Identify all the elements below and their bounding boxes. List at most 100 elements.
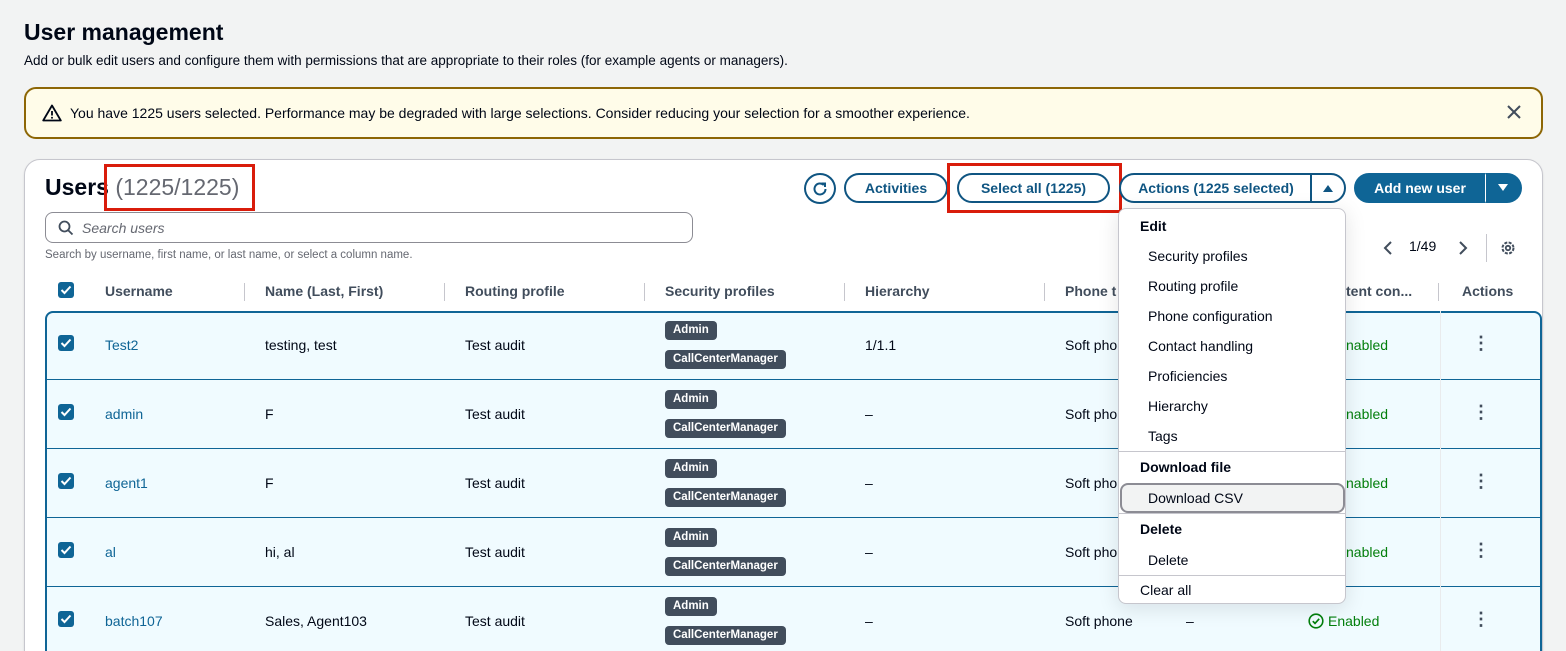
phone-type-cell: Soft pho (1065, 544, 1118, 560)
add-user-menu-button[interactable] (1485, 173, 1522, 203)
close-icon[interactable] (1505, 103, 1523, 121)
highlight-box-count (104, 164, 255, 211)
column-header-security-profiles[interactable]: Security profiles (665, 283, 775, 299)
page-title: User management (24, 19, 224, 45)
check-icon (60, 285, 72, 295)
dropdown-item-routing-profile[interactable]: Routing profile (1148, 278, 1238, 294)
row-actions-menu-icon[interactable]: ⋮ (1472, 609, 1490, 630)
column-separator (644, 283, 645, 301)
select-all-checkbox[interactable] (58, 282, 74, 298)
warning-icon (42, 104, 62, 122)
security-profile-badge: Admin (665, 390, 717, 409)
username-link[interactable]: Test2 (105, 337, 138, 353)
check-icon (60, 545, 72, 555)
row-actions-menu-icon[interactable]: ⋮ (1472, 402, 1490, 423)
dropdown-item-security-profiles[interactable]: Security profiles (1148, 248, 1248, 264)
caret-down-icon (1498, 184, 1508, 191)
security-profile-badge: Admin (665, 528, 717, 547)
dropdown-item-clear-all[interactable]: Clear all (1140, 582, 1191, 598)
dropdown-item-contact-handling[interactable]: Contact handling (1148, 338, 1253, 354)
highlight-box-select-all (947, 163, 1122, 213)
column-separator (444, 283, 445, 301)
column-header-content[interactable]: tent con... (1346, 283, 1412, 299)
username-link[interactable]: batch107 (105, 613, 163, 629)
actions-column-divider (1440, 311, 1441, 651)
routing-profile-cell: Test audit (465, 406, 525, 422)
dropdown-item-download-csv[interactable]: Download CSV (1148, 490, 1243, 506)
name-cell: F (265, 406, 274, 422)
search-hint: Search by username, first name, or last … (45, 249, 413, 261)
actions-toggle-button[interactable] (1310, 173, 1346, 203)
caret-up-icon (1323, 185, 1333, 192)
security-profile-badge: Admin (665, 321, 717, 340)
security-profile-badge: Admin (665, 597, 717, 616)
status-cell: Enabled (1328, 613, 1380, 629)
refresh-button[interactable] (804, 173, 836, 204)
row-actions-menu-icon[interactable]: ⋮ (1472, 333, 1490, 354)
users-title-label: Users (45, 174, 109, 200)
actions-button[interactable]: Actions (1225 selected) (1119, 173, 1312, 203)
search-icon (58, 220, 74, 235)
dropdown-item-delete[interactable]: Delete (1148, 552, 1188, 568)
username-link[interactable]: admin (105, 406, 143, 422)
row-checkbox[interactable] (58, 611, 74, 627)
column-header-phone[interactable]: Phone t (1065, 283, 1116, 299)
next-page-icon[interactable] (1456, 240, 1470, 256)
dropdown-item-proficiencies[interactable]: Proficiencies (1148, 368, 1227, 384)
row-actions-menu-icon[interactable]: ⋮ (1472, 471, 1490, 492)
extra-cell: – (1186, 613, 1194, 629)
dropdown-group-download: Download file (1140, 459, 1231, 475)
routing-profile-cell: Test audit (465, 337, 525, 353)
dropdown-divider (1119, 451, 1345, 452)
page-description: Add or bulk edit users and configure the… (24, 53, 788, 68)
security-profile-badge: CallCenterManager (665, 419, 786, 438)
routing-profile-cell: Test audit (465, 613, 525, 629)
routing-profile-cell: Test audit (465, 544, 525, 560)
row-actions-menu-icon[interactable]: ⋮ (1472, 540, 1490, 561)
row-checkbox[interactable] (58, 473, 74, 489)
name-cell: Sales, Agent103 (265, 613, 367, 629)
column-header-username[interactable]: Username (105, 283, 173, 299)
column-header-routing-profile[interactable]: Routing profile (465, 283, 565, 299)
name-cell: hi, al (265, 544, 295, 560)
hierarchy-cell: – (865, 613, 873, 629)
prev-page-icon[interactable] (1381, 240, 1395, 256)
phone-type-cell: Soft phon (1065, 406, 1125, 422)
column-separator (1044, 283, 1045, 301)
dropdown-item-phone-configuration[interactable]: Phone configuration (1148, 308, 1273, 324)
username-link[interactable]: al (105, 544, 116, 560)
dropdown-item-tags[interactable]: Tags (1148, 428, 1178, 444)
check-icon (60, 338, 72, 348)
warning-alert: You have 1225 users selected. Performanc… (24, 87, 1543, 139)
column-separator (244, 283, 245, 301)
alert-message: You have 1225 users selected. Performanc… (70, 105, 970, 121)
dropdown-divider (1119, 575, 1345, 576)
status-cell: nabled (1346, 337, 1389, 353)
name-cell: testing, test (265, 337, 337, 353)
dropdown-divider (1119, 513, 1345, 514)
add-new-user-button[interactable]: Add new user (1354, 173, 1486, 203)
phone-type-cell: Soft phone (1065, 613, 1133, 629)
row-checkbox[interactable] (58, 542, 74, 558)
search-input[interactable]: Search users (45, 212, 693, 243)
activities-button[interactable]: Activities (844, 173, 948, 203)
check-icon (60, 476, 72, 486)
hierarchy-cell: – (865, 475, 873, 491)
column-separator (844, 283, 845, 301)
page-indicator: 1/49 (1409, 238, 1437, 254)
phone-type-cell: Soft phon (1065, 475, 1125, 491)
dropdown-group-delete: Delete (1140, 521, 1183, 537)
column-header-hierarchy[interactable]: Hierarchy (865, 283, 930, 299)
row-checkbox[interactable] (58, 335, 74, 351)
security-profile-badge: CallCenterManager (665, 557, 786, 576)
pager-divider (1486, 234, 1487, 262)
username-link[interactable]: agent1 (105, 475, 148, 491)
security-profile-badge: CallCenterManager (665, 350, 786, 369)
check-icon (60, 407, 72, 417)
column-header-name[interactable]: Name (Last, First) (265, 283, 383, 299)
settings-gear-icon[interactable] (1499, 239, 1517, 257)
dropdown-item-hierarchy[interactable]: Hierarchy (1148, 398, 1208, 414)
column-separator (1438, 283, 1439, 301)
row-checkbox[interactable] (58, 404, 74, 420)
status-cell: nabled (1346, 544, 1389, 560)
